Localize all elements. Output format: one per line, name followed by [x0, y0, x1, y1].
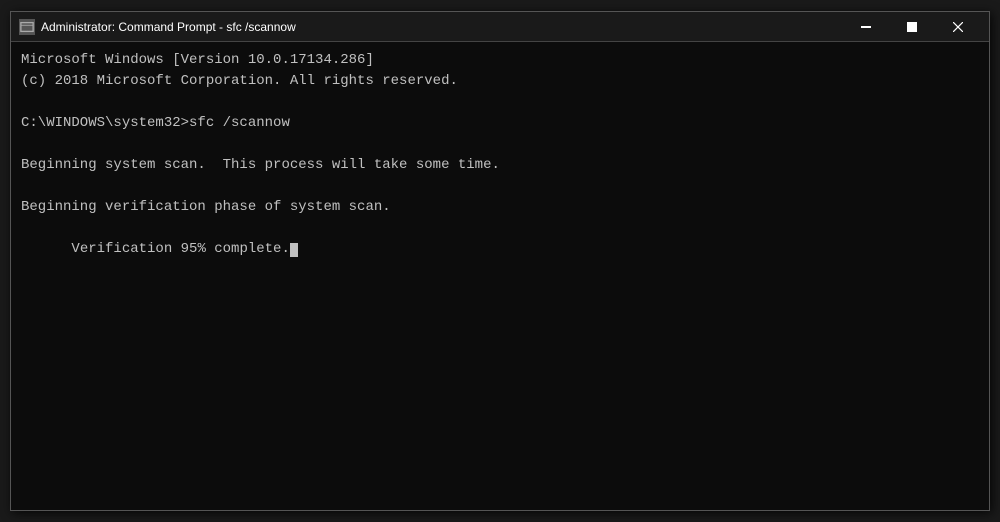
- maximize-button[interactable]: [889, 12, 935, 42]
- titlebar: Administrator: Command Prompt - sfc /sca…: [11, 12, 989, 42]
- console-line-6: [21, 176, 979, 197]
- close-button[interactable]: [935, 12, 981, 42]
- window-title: Administrator: Command Prompt - sfc /sca…: [41, 20, 843, 34]
- console-line-0: Microsoft Windows [Version 10.0.17134.28…: [21, 50, 979, 71]
- cmd-window: Administrator: Command Prompt - sfc /sca…: [10, 11, 990, 511]
- console-line-7: Beginning verification phase of system s…: [21, 197, 979, 218]
- cursor-blink: [290, 243, 298, 257]
- console-line-2: [21, 92, 979, 113]
- console-line-8: Verification 95% complete.: [21, 218, 979, 281]
- window-icon: [19, 19, 35, 35]
- console-line-1: (c) 2018 Microsoft Corporation. All righ…: [21, 71, 979, 92]
- console-line-5: Beginning system scan. This process will…: [21, 155, 979, 176]
- minimize-button[interactable]: [843, 12, 889, 42]
- console-line-4: [21, 134, 979, 155]
- window-controls: [843, 12, 981, 42]
- console-output: Microsoft Windows [Version 10.0.17134.28…: [11, 42, 989, 510]
- console-line-3: C:\WINDOWS\system32>sfc /scannow: [21, 113, 979, 134]
